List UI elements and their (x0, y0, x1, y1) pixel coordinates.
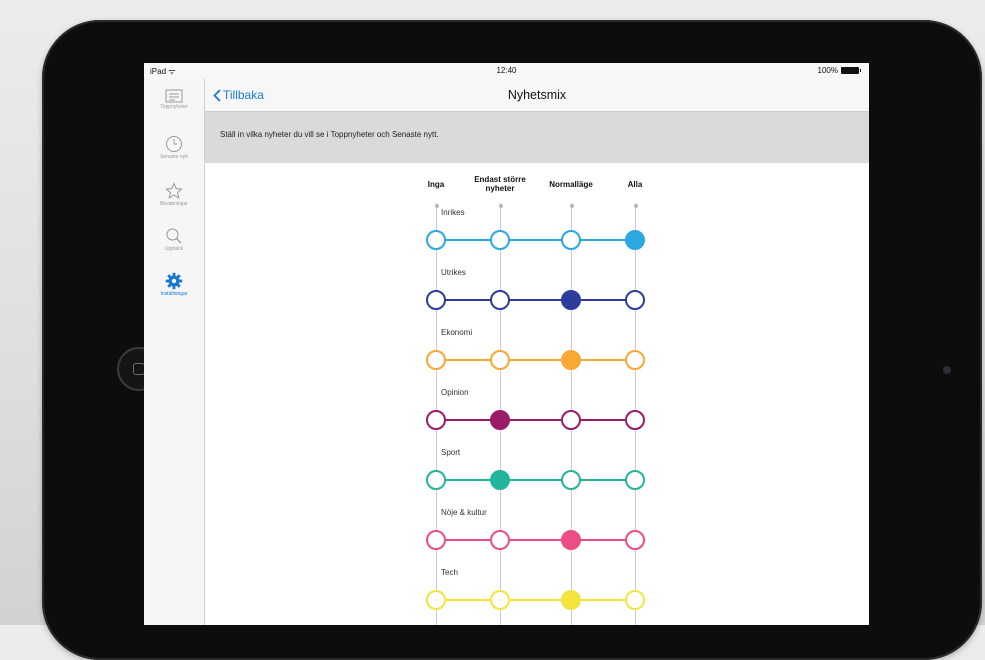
level-option[interactable] (490, 590, 510, 610)
search-icon (166, 228, 182, 244)
category-track (436, 479, 635, 481)
level-option[interactable] (426, 350, 446, 370)
status-battery: 100% (817, 66, 861, 75)
star-icon (165, 182, 183, 200)
category-label: Tech (441, 568, 458, 577)
level-guide-dot (434, 204, 439, 208)
category-label: Opinion (441, 388, 469, 397)
sidebar: Toppnyheter Senaste nytt Bevakningar Upp… (144, 79, 205, 625)
navigation-bar: Tillbaka Nyhetsmix (205, 79, 869, 112)
level-option[interactable] (625, 410, 645, 430)
sidebar-item-label: Senaste nytt (160, 154, 188, 160)
level-guide-dot (498, 204, 503, 208)
level-option-selected[interactable] (561, 590, 581, 610)
battery-percent: 100% (817, 66, 838, 75)
gear-icon (165, 272, 183, 290)
level-option-selected[interactable] (561, 350, 581, 370)
category-label: Inrikes (441, 208, 465, 217)
category-track (436, 359, 635, 361)
level-option[interactable] (561, 470, 581, 490)
sidebar-item-upptack[interactable]: Upptäck (144, 227, 204, 252)
sidebar-item-label: Upptäck (164, 246, 184, 252)
sidebar-item-senaste-nytt[interactable]: Senaste nytt (144, 135, 204, 160)
sidebar-item-label: Toppnyheter (160, 104, 188, 110)
level-option[interactable] (490, 230, 510, 250)
level-header: Inga (427, 180, 445, 189)
level-option-selected[interactable] (561, 530, 581, 550)
category-label: Nöje & kultur (441, 508, 487, 517)
level-option[interactable] (625, 590, 645, 610)
battery-icon (841, 67, 861, 74)
screen: iPad ᯤ 12:40 100% Toppnyheter Senaste ny… (144, 63, 869, 625)
info-text: Ställ in vilka nyheter du vill se i Topp… (220, 130, 439, 139)
level-option[interactable] (625, 530, 645, 550)
level-option[interactable] (490, 350, 510, 370)
level-option-selected[interactable] (490, 470, 510, 490)
level-header: Alla (627, 180, 643, 189)
level-option[interactable] (426, 590, 446, 610)
level-option[interactable] (561, 230, 581, 250)
category-label: Sport (441, 448, 461, 457)
category-label: Utrikes (441, 268, 466, 277)
category-track (436, 419, 635, 421)
level-option-selected[interactable] (561, 290, 581, 310)
content-area: Inga Endast större nyheter Normalläge Alla I… (205, 163, 869, 625)
level-guide-dot (633, 204, 638, 208)
news-mix-grid: Inga Endast större nyheter Normalläge Alla I… (205, 163, 869, 625)
level-option[interactable] (625, 470, 645, 490)
status-bar: iPad ᯤ 12:40 100% (144, 63, 869, 79)
sidebar-item-toppnyheter[interactable]: Toppnyheter (144, 89, 204, 110)
level-option[interactable] (426, 290, 446, 310)
info-band: Ställ in vilka nyheter du vill se i Topp… (205, 112, 869, 163)
level-option[interactable] (426, 470, 446, 490)
sidebar-item-label: Inställningar (160, 291, 188, 297)
level-option[interactable] (426, 410, 446, 430)
category-track (436, 239, 635, 241)
sidebar-item-label: Bevakningar (160, 201, 188, 207)
front-camera (943, 366, 951, 374)
clock-icon (166, 136, 182, 152)
level-option[interactable] (426, 230, 446, 250)
level-header: Normalläge (549, 180, 593, 189)
level-option[interactable] (625, 350, 645, 370)
sidebar-item-installningar[interactable]: Inställningar (144, 272, 204, 297)
category-track (436, 599, 635, 601)
sidebar-item-bevakningar[interactable]: Bevakningar (144, 182, 204, 207)
level-option[interactable] (490, 290, 510, 310)
level-option[interactable] (561, 410, 581, 430)
newspaper-icon (165, 89, 183, 103)
level-option-selected[interactable] (625, 230, 645, 250)
page-title: Nyhetsmix (507, 88, 567, 102)
level-option[interactable] (625, 290, 645, 310)
category-label: Ekonomi (441, 328, 473, 337)
status-time: 12:40 (496, 66, 517, 75)
level-guide-dot (569, 204, 574, 208)
category-track (436, 299, 635, 301)
level-option-selected[interactable] (490, 410, 510, 430)
level-option[interactable] (490, 530, 510, 550)
category-track (436, 539, 635, 541)
level-header: Endast större nyheter (474, 175, 526, 193)
level-option[interactable] (426, 530, 446, 550)
